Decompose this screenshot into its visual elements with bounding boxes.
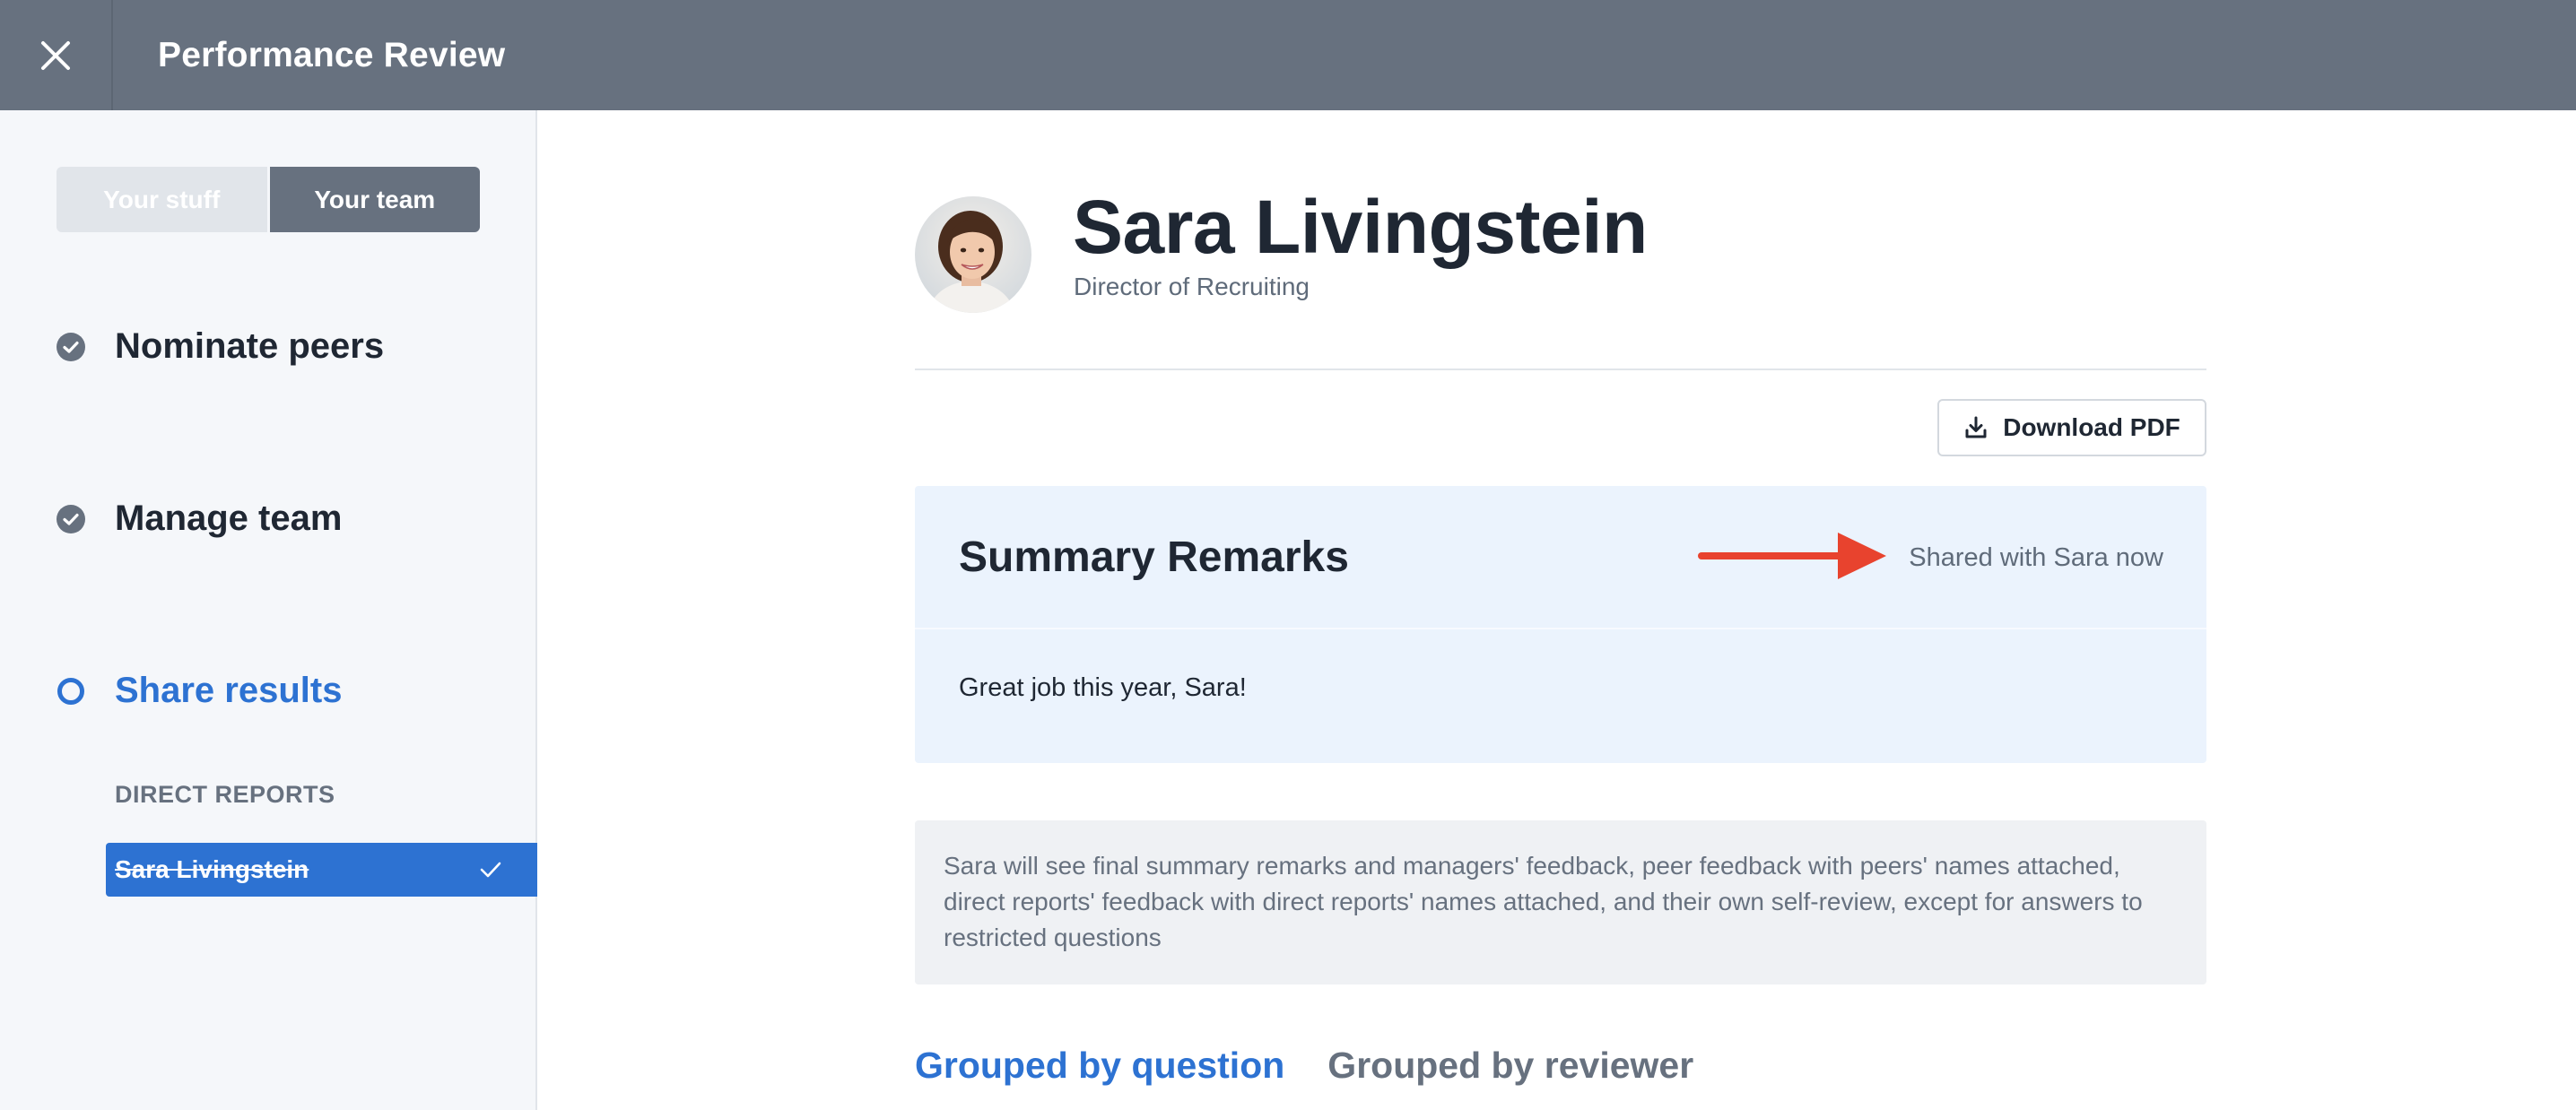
close-icon	[41, 40, 70, 70]
direct-report-name: Sara Livingstein	[115, 855, 309, 883]
top-bar: Performance Review	[0, 0, 2576, 110]
check-circle-icon	[57, 332, 85, 361]
direct-report-item[interactable]: Sara Livingstein	[106, 843, 537, 897]
main-content: Sara Livingstein Director of Recruiting …	[539, 110, 2576, 1110]
step-share-results[interactable]: Share results	[57, 671, 342, 711]
tab-grouped-by-reviewer[interactable]: Grouped by reviewer	[1327, 1045, 1693, 1087]
step-label: Manage team	[115, 499, 343, 538]
toggle-your-stuff[interactable]: Your stuff	[57, 167, 270, 232]
sidebar: Your stuff Your team Nominate peers Mana…	[0, 110, 537, 1110]
close-button[interactable]	[0, 0, 113, 110]
check-circle-icon	[57, 504, 85, 533]
step-label: Share results	[115, 671, 343, 710]
download-icon	[1965, 416, 1987, 438]
summary-remark-text: Great job this year, Sara!	[959, 673, 1247, 702]
avatar	[915, 196, 1031, 313]
divider	[915, 369, 2206, 370]
visibility-info-note: Sara will see final summary remarks and …	[915, 820, 2206, 984]
toggle-your-team[interactable]: Your team	[269, 167, 480, 232]
red-arrow-icon	[1698, 533, 1886, 579]
download-pdf-label: Download PDF	[2003, 413, 2180, 441]
step-manage-team[interactable]: Manage team	[57, 499, 342, 539]
step-nominate-peers[interactable]: Nominate peers	[57, 326, 384, 367]
view-toggle: Your stuff Your team	[57, 167, 480, 232]
checkmark-icon	[480, 862, 501, 878]
employee-name: Sara Livingstein	[1073, 185, 1648, 269]
employee-title: Director of Recruiting	[1074, 273, 1310, 300]
step-label: Nominate peers	[115, 326, 385, 366]
app-title: Performance Review	[158, 35, 506, 74]
ring-icon	[57, 677, 85, 706]
download-pdf-button[interactable]: Download PDF	[1937, 399, 2206, 456]
tab-grouped-by-question[interactable]: Grouped by question	[915, 1045, 1284, 1087]
summary-remarks-title: Summary Remarks	[959, 533, 1349, 581]
summary-remarks-header: Summary Remarks Shared with Sara now	[915, 486, 2206, 629]
direct-reports-heading: DIRECT REPORTS	[115, 781, 335, 808]
shared-status: Shared with Sara now	[1909, 543, 2163, 572]
grouping-tabs: Grouped by question Grouped by reviewer	[915, 1045, 1736, 1087]
summary-remarks-card: Summary Remarks Shared with Sara now Gre…	[915, 486, 2206, 763]
